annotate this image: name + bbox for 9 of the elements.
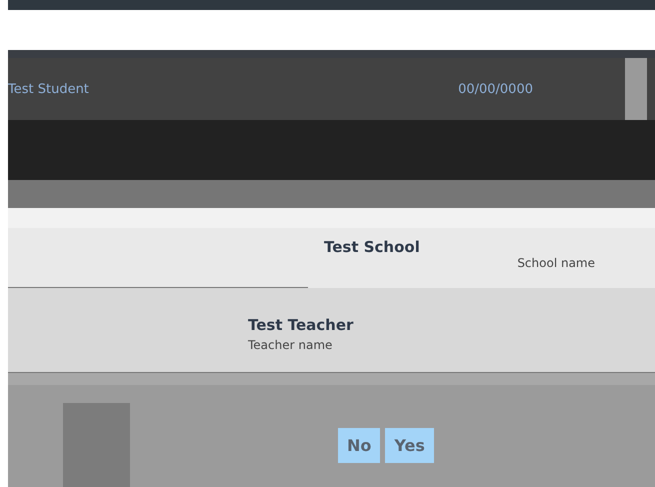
- field-value: Test School: [324, 238, 420, 258]
- no-button[interactable]: No: [338, 428, 380, 463]
- field-label: Teacher name: [248, 338, 334, 352]
- yes-button[interactable]: Yes: [385, 428, 434, 463]
- scrollbar: [625, 58, 647, 120]
- field-value: Test Teacher: [248, 316, 354, 334]
- date-text: 00/00/0000: [458, 82, 533, 96]
- student-name: Test Student: [8, 82, 89, 96]
- field-label: School name: [517, 256, 595, 272]
